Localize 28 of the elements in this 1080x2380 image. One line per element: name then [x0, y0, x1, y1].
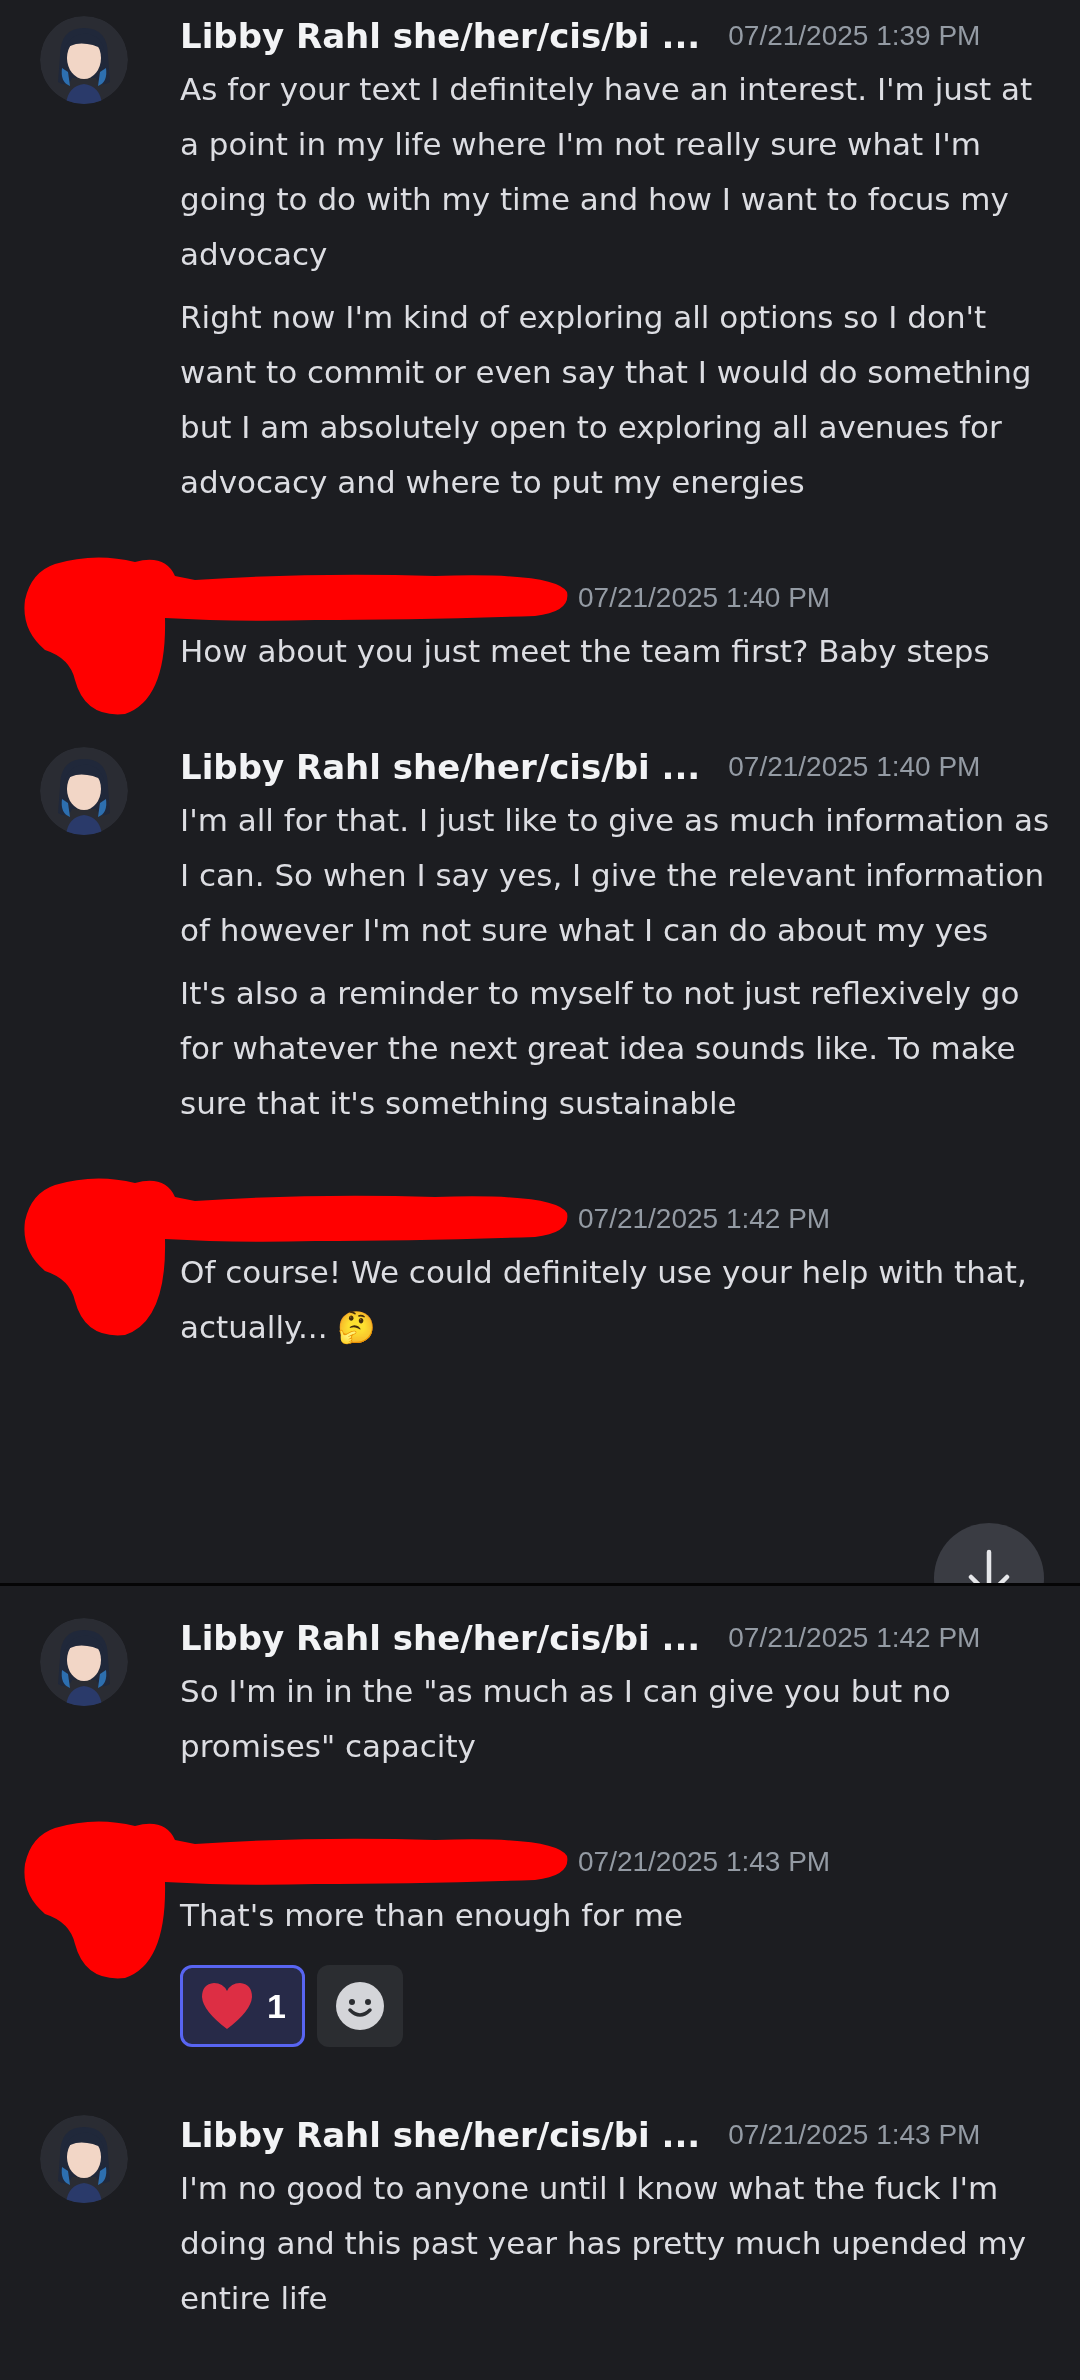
message-text: It's also a reminder to myself to not just reflexively go for whatever the next great idea sounds like. To make sure that it's something sustainable — [180, 974, 1021, 1123]
message-text: Of course! We could definitely use your help with that, actually... 🤔 — [180, 1253, 1028, 1347]
timestamp: 07/21/2025 1:42 PM — [578, 1202, 831, 1236]
timestamp: 07/21/2025 1:40 PM — [578, 581, 831, 615]
message-text: I'm all for that. I just like to give as much information as I can. So when I say yes, I give the relevant information of however I'm not sure what I can do about my yes — [180, 801, 1051, 950]
timestamp: 07/21/2025 1:42 PM — [728, 1621, 981, 1655]
avatar[interactable] — [40, 747, 128, 835]
avatar[interactable] — [40, 16, 128, 104]
avatar[interactable] — [40, 1618, 128, 1706]
username[interactable]: Libby Rahl she/her/cis/bi ... — [180, 1612, 701, 1664]
timestamp: 07/21/2025 1:40 PM — [728, 750, 981, 784]
timestamp: 07/21/2025 1:43 PM — [728, 2118, 981, 2152]
add-reaction-button[interactable] — [316, 1965, 403, 2047]
username[interactable]: Libby Rahl she/her/cis/bi ... — [180, 10, 701, 62]
message-text: I'm no good to anyone until I know what the fuck I'm doing and this past year has pretty much upended my entire life — [180, 2169, 1028, 2318]
username[interactable]: Libby Rahl she/her/cis/bi ... — [180, 2109, 701, 2161]
timestamp: 07/21/2025 1:39 PM — [728, 19, 981, 53]
smiley-icon — [335, 1982, 384, 2030]
message-text: Right now I'm kind of exploring all options so I don't want to commit or even say that I would do something but I am absolutely open to exploring all avenues for advocacy and where to put my energies — [180, 298, 1033, 502]
avatar[interactable] — [40, 2115, 128, 2203]
message-text: As for your text I definitely have an interest. I'm just at a point in my life where I'm not really sure what I'm going to do with my time and how I want to focus my advocacy — [180, 70, 1034, 274]
timestamp: 07/21/2025 1:43 PM — [578, 1845, 831, 1879]
message-text: That's more than enough for me — [180, 1896, 684, 1935]
heart-reaction[interactable]: 1 — [180, 1965, 305, 2047]
heart-icon — [199, 1981, 255, 2031]
username[interactable]: Libby Rahl she/her/cis/bi ... — [180, 741, 701, 793]
message-text: So I'm in in the "as much as I can give you but no promises" capacity — [180, 1672, 952, 1766]
message-text: How about you just meet the team first? Baby steps — [180, 632, 991, 671]
